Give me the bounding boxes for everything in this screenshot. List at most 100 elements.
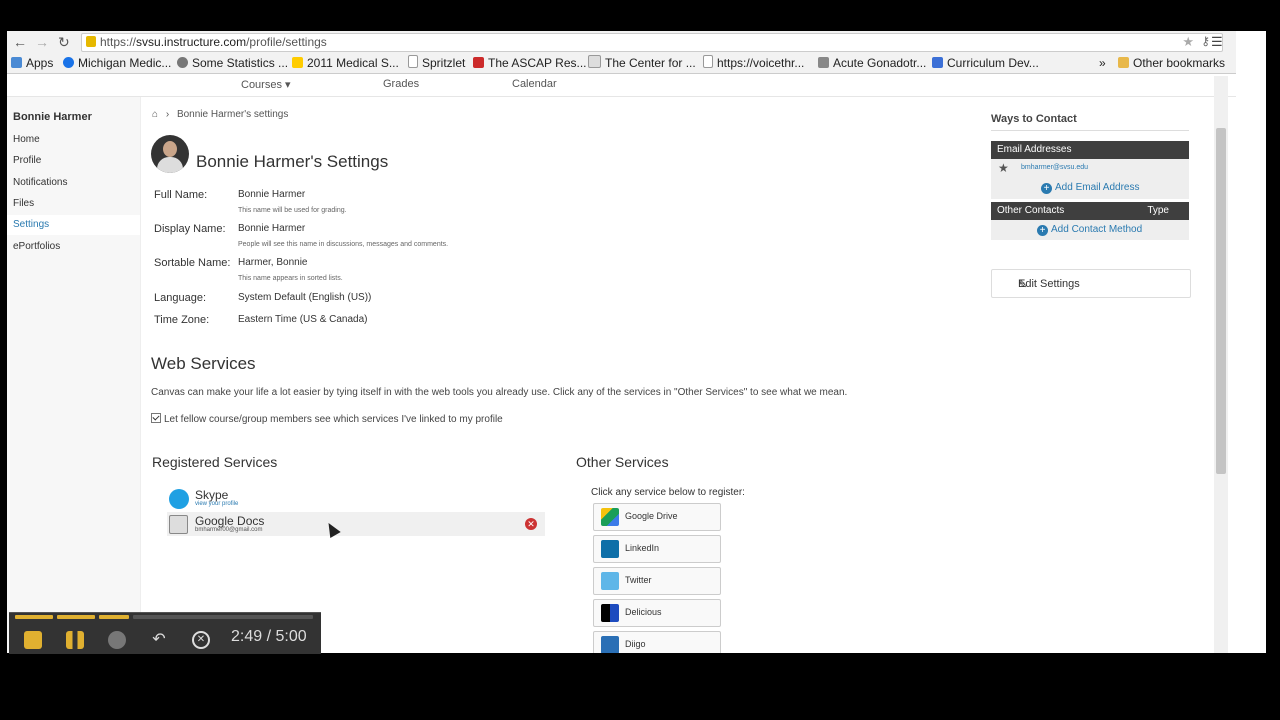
language-value: System Default (English (US)) bbox=[238, 292, 372, 303]
other-services-heading: Other Services bbox=[576, 454, 669, 470]
diigo-button[interactable]: Diigo bbox=[593, 631, 721, 653]
type-column-header: Type bbox=[1147, 205, 1169, 216]
other-contacts-box: + Add Contact Method bbox=[991, 220, 1189, 240]
bookmark-item[interactable]: https://voicethr... bbox=[703, 55, 804, 71]
undo-icon[interactable]: ↶ bbox=[150, 631, 168, 649]
address-bar[interactable]: https://svsu.instructure.com/profile/set… bbox=[81, 33, 1223, 52]
language-label: Language: bbox=[154, 292, 206, 304]
nav-courses[interactable]: Courses ▾ bbox=[241, 78, 291, 91]
apps-grid-icon bbox=[11, 57, 22, 68]
bookmark-item[interactable]: The ASCAP Res... bbox=[473, 55, 587, 71]
flag-icon bbox=[473, 57, 484, 68]
default-star-icon[interactable]: ★ bbox=[998, 161, 1009, 175]
other-contacts-title: Other Contacts bbox=[997, 205, 1065, 216]
leftnav-settings[interactable]: Settings bbox=[7, 215, 140, 235]
stop-icon[interactable] bbox=[24, 631, 42, 649]
registered-service-google-docs: Google Docs bmharmer00@gmail.com ✕ bbox=[167, 512, 545, 536]
delicious-icon bbox=[601, 604, 619, 622]
progress-track bbox=[133, 615, 313, 619]
google-drive-icon bbox=[601, 508, 619, 526]
linkedin-button[interactable]: LinkedIn bbox=[593, 535, 721, 563]
web-services-heading: Web Services bbox=[151, 354, 256, 373]
email-addresses-box: ★ bmharmer@svsu.edu + Add Email Address bbox=[991, 159, 1189, 199]
bookmark-item[interactable]: Curriculum Dev... bbox=[932, 55, 1039, 71]
bookmark-item[interactable]: The Center for ... bbox=[588, 55, 696, 71]
progress-segment bbox=[99, 615, 129, 619]
other-services-hint: Click any service below to register: bbox=[591, 487, 745, 498]
nav-calendar[interactable]: Calendar bbox=[512, 78, 557, 90]
google-drive-button[interactable]: Google Drive bbox=[593, 503, 721, 531]
menu-icon[interactable]: ☰ bbox=[1211, 34, 1223, 50]
leftnav-files[interactable]: Files bbox=[7, 194, 140, 214]
google-drive-label: Google Drive bbox=[625, 511, 678, 521]
share-services-label: Let fellow course/group members see whic… bbox=[164, 414, 503, 425]
leftnav-eportfolios[interactable]: ePortfolios bbox=[7, 237, 140, 257]
delete-service-icon[interactable]: ✕ bbox=[525, 518, 537, 530]
checkbox-checked-icon[interactable] bbox=[151, 413, 161, 423]
page-icon bbox=[408, 55, 418, 68]
reload-icon[interactable]: ↻ bbox=[58, 33, 70, 51]
home-icon[interactable]: ⌂ bbox=[152, 109, 158, 120]
scrollbar-thumb[interactable] bbox=[1216, 128, 1226, 474]
bookmark-item[interactable]: Apps bbox=[11, 55, 53, 71]
bookmark-star-icon[interactable]: ★ bbox=[1182, 34, 1194, 50]
email-addresses-header: Email Addresses bbox=[991, 141, 1189, 159]
service-name: Skype bbox=[195, 488, 229, 502]
view-profile-link[interactable]: view your profile bbox=[195, 501, 238, 507]
vertical-scrollbar[interactable] bbox=[1214, 76, 1228, 653]
bookmark-item[interactable]: Acute Gonadotr... bbox=[818, 55, 926, 71]
breadcrumb-separator: › bbox=[165, 109, 170, 120]
share-services-checkbox[interactable]: Let fellow course/group members see whic… bbox=[151, 413, 503, 425]
avatar[interactable] bbox=[151, 135, 189, 173]
leftnav-home[interactable]: Home bbox=[7, 130, 140, 150]
canvas-top-nav: Courses ▾ Grades Calendar bbox=[7, 74, 1236, 97]
web-services-description: Canvas can make your life a lot easier b… bbox=[151, 387, 848, 398]
edit-settings-button[interactable]: ✎ Edit Settings bbox=[991, 269, 1191, 298]
twitter-label: Twitter bbox=[625, 575, 652, 585]
back-icon[interactable]: ← bbox=[13, 33, 27, 51]
registered-services-heading: Registered Services bbox=[152, 454, 278, 470]
nav-grades[interactable]: Grades bbox=[383, 78, 419, 90]
add-email-link[interactable]: + Add Email Address bbox=[1041, 182, 1140, 194]
microphone-icon[interactable] bbox=[108, 631, 126, 649]
cancel-icon[interactable]: ✕ bbox=[192, 631, 210, 649]
registered-service-skype: Skype view your profile bbox=[167, 486, 545, 510]
add-contact-method-link[interactable]: + Add Contact Method bbox=[1037, 224, 1142, 236]
bookmarks-bar: Apps Michigan Medic... Some Statistics .… bbox=[7, 53, 1236, 74]
full-name-hint: This name will be used for grading. bbox=[238, 207, 347, 214]
bookmark-favicon bbox=[818, 57, 829, 68]
twitter-button[interactable]: Twitter bbox=[593, 567, 721, 595]
progress-segment bbox=[15, 615, 53, 619]
full-name-value: Bonnie Harmer bbox=[238, 189, 306, 200]
linkedin-icon bbox=[601, 540, 619, 558]
service-name: Google Docs bbox=[195, 514, 265, 528]
time-zone-value: Eastern Time (US & Canada) bbox=[238, 314, 368, 325]
delicious-label: Delicious bbox=[625, 607, 662, 617]
bookmark-favicon bbox=[177, 57, 188, 68]
breadcrumb: ⌂ › Bonnie Harmer's settings bbox=[152, 109, 288, 120]
bookmark-item[interactable]: 2011 Medical S... bbox=[292, 55, 399, 71]
forward-icon[interactable]: → bbox=[35, 33, 49, 51]
leftnav-notifications[interactable]: Notifications bbox=[7, 173, 140, 193]
twitter-icon bbox=[601, 572, 619, 590]
full-name-label: Full Name: bbox=[154, 189, 208, 201]
leftnav-profile[interactable]: Profile bbox=[7, 151, 140, 171]
divider bbox=[991, 130, 1189, 131]
email-address[interactable]: bmharmer@svsu.edu bbox=[1021, 164, 1088, 171]
page-icon bbox=[703, 55, 713, 68]
bookmark-item[interactable]: Spritzlet bbox=[408, 55, 465, 71]
bookmark-item[interactable]: Michigan Medic... bbox=[63, 55, 171, 71]
bookmarks-overflow[interactable]: » bbox=[1099, 55, 1106, 71]
ways-to-contact-heading: Ways to Contact bbox=[991, 113, 1077, 125]
bookmark-item[interactable]: Some Statistics ... bbox=[177, 55, 288, 71]
diigo-icon bbox=[601, 636, 619, 653]
diigo-label: Diigo bbox=[625, 639, 646, 649]
linkedin-label: LinkedIn bbox=[625, 543, 660, 553]
display-name-hint: People will see this name in discussions… bbox=[238, 241, 449, 248]
pause-icon[interactable] bbox=[66, 631, 84, 649]
key-icon[interactable]: ⚷ bbox=[1201, 34, 1210, 48]
delicious-button[interactable]: Delicious bbox=[593, 599, 721, 627]
browser-window: ← → ↻ https://svsu.instructure.com/profi… bbox=[7, 31, 1236, 653]
other-bookmarks[interactable]: Other bookmarks bbox=[1118, 55, 1225, 71]
recording-time: 2:49 / 5:00 bbox=[231, 628, 307, 645]
